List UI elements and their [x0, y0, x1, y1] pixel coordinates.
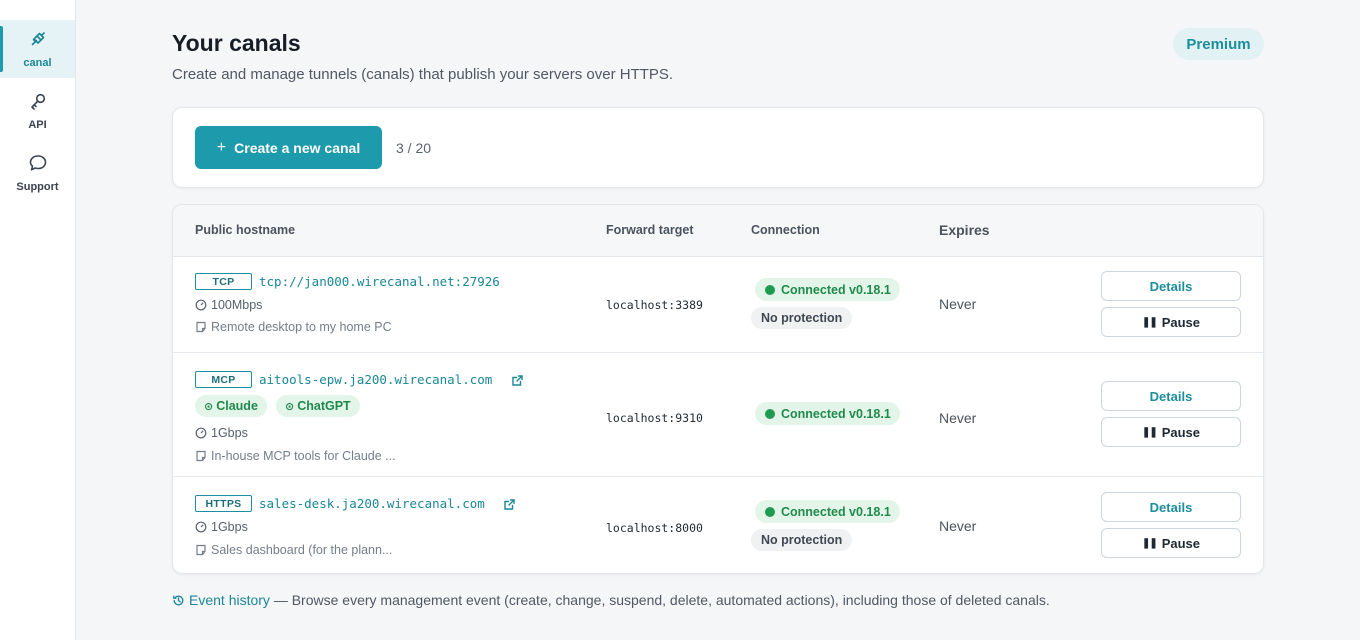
- pause-button[interactable]: ❚❚ Pause: [1101, 528, 1241, 558]
- client-chip-chatgpt: ⊙ ChatGPT: [276, 395, 360, 417]
- table-row: MCP aitools-epw.ja200.wirecanal.com ⊙ Cl…: [173, 353, 1263, 477]
- table-row: TCP tcp://jan000.wirecanal.net:27926 100…: [173, 257, 1263, 353]
- pause-label: Pause: [1161, 424, 1201, 440]
- check-circle-icon: ⊙: [204, 400, 214, 413]
- forward-target: localhost:3389: [606, 298, 703, 312]
- speedometer-icon: [195, 521, 207, 533]
- expires-value: Never: [939, 296, 977, 312]
- connection-status-badge: Connected v0.18.1: [755, 402, 900, 425]
- description-label: In-house MCP tools for Claude ...: [211, 449, 396, 463]
- pause-button[interactable]: ❚❚ Pause: [1101, 307, 1241, 337]
- sidebar-item-label: Support: [16, 181, 59, 193]
- pause-icon: ❚❚: [1141, 537, 1158, 549]
- bandwidth: 1Gbps: [195, 520, 248, 534]
- protection-badge: No protection: [751, 307, 853, 329]
- canal-count: 3 / 20: [396, 140, 432, 156]
- external-link-icon[interactable]: [503, 498, 516, 511]
- bandwidth-label: 100Mbps: [211, 298, 263, 312]
- description-label: Sales dashboard (for the plann...: [211, 543, 393, 557]
- sidebar-item-canal[interactable]: canal: [0, 20, 75, 78]
- event-history-note: Event history — Browse every management …: [172, 592, 1050, 608]
- expires-value: Never: [939, 410, 977, 426]
- protection-badge: No protection: [751, 529, 853, 551]
- forward-target: localhost:9310: [606, 411, 703, 425]
- canals-table: Public hostname Forward target Connectio…: [172, 204, 1264, 574]
- note-icon: [196, 450, 206, 462]
- description: Sales dashboard (for the plann...: [195, 543, 392, 557]
- sidebar-item-support[interactable]: Support: [0, 144, 75, 202]
- pause-icon: ❚❚: [1141, 426, 1158, 438]
- bandwidth-label: 1Gbps: [211, 520, 248, 534]
- history-icon: [173, 595, 184, 605]
- details-button[interactable]: Details: [1101, 492, 1241, 522]
- status-dot-icon: [765, 506, 775, 517]
- event-history-link[interactable]: Event history: [172, 592, 270, 608]
- client-chip-claude: ⊙ Claude: [195, 395, 267, 417]
- description-label: Remote desktop to my home PC: [211, 320, 392, 334]
- hostname-link[interactable]: sales-desk.ja200.wirecanal.com: [259, 496, 485, 511]
- check-circle-icon: ⊙: [285, 400, 295, 413]
- column-header-expires: Expires: [939, 222, 990, 238]
- bandwidth: 100Mbps: [195, 298, 262, 312]
- page-subtitle: Create and manage tunnels (canals) that …: [172, 66, 674, 83]
- create-canal-card: + Create a new canal 3 / 20: [172, 107, 1264, 188]
- sidebar-item-label: canal: [23, 57, 52, 69]
- page-title: Your canals: [172, 30, 301, 56]
- bandwidth: 1Gbps: [195, 426, 248, 440]
- protocol-badge: TCP: [195, 273, 252, 290]
- bandwidth-label: 1Gbps: [211, 426, 248, 440]
- client-label: ChatGPT: [297, 399, 351, 413]
- speedometer-icon: [195, 427, 207, 439]
- table-row: HTTPS sales-desk.ja200.wirecanal.com 1Gb…: [173, 477, 1263, 573]
- forward-target: localhost:8000: [606, 521, 703, 535]
- pause-icon: ❚❚: [1141, 316, 1158, 328]
- table-header: Public hostname Forward target Connectio…: [173, 205, 1263, 257]
- details-button[interactable]: Details: [1101, 271, 1241, 301]
- description: Remote desktop to my home PC: [195, 320, 392, 334]
- column-header-target: Forward target: [606, 223, 694, 237]
- event-history-description: — Browse every management event (create,…: [269, 592, 1050, 608]
- plug-icon: [28, 29, 48, 54]
- hostname-link[interactable]: tcp://jan000.wirecanal.net:27926: [259, 274, 500, 289]
- column-header-hostname: Public hostname: [195, 223, 296, 237]
- note-icon: [196, 544, 206, 556]
- key-icon: [28, 91, 48, 116]
- speedometer-icon: [195, 299, 207, 311]
- sidebar-item-api[interactable]: API: [0, 82, 75, 140]
- connection-status-label: Connected v0.18.1: [781, 406, 891, 421]
- note-icon: [196, 321, 206, 333]
- pause-label: Pause: [1161, 535, 1201, 551]
- plus-icon: +: [216, 138, 227, 156]
- create-canal-label: Create a new canal: [234, 139, 361, 156]
- connection-status-badge: Connected v0.18.1: [755, 500, 900, 523]
- details-button[interactable]: Details: [1101, 381, 1241, 411]
- connection-status-label: Connected v0.18.1: [781, 504, 891, 519]
- event-history-label: Event history: [189, 592, 270, 608]
- create-canal-button[interactable]: + Create a new canal: [195, 126, 382, 169]
- pause-label: Pause: [1161, 314, 1201, 330]
- status-dot-icon: [765, 284, 775, 295]
- protocol-badge: HTTPS: [195, 495, 252, 512]
- connection-status-badge: Connected v0.18.1: [755, 278, 900, 301]
- column-header-connection: Connection: [751, 223, 820, 237]
- plan-badge: Premium: [1173, 28, 1264, 60]
- status-dot-icon: [765, 408, 775, 419]
- description: In-house MCP tools for Claude ...: [195, 449, 396, 463]
- protocol-badge: MCP: [195, 371, 252, 388]
- pause-button[interactable]: ❚❚ Pause: [1101, 417, 1241, 447]
- sidebar-item-label: API: [28, 119, 47, 131]
- client-label: Claude: [216, 399, 258, 413]
- expires-value: Never: [939, 518, 977, 534]
- connection-status-label: Connected v0.18.1: [781, 282, 891, 297]
- external-link-icon[interactable]: [511, 374, 524, 387]
- hostname-link[interactable]: aitools-epw.ja200.wirecanal.com: [259, 372, 492, 387]
- chat-bubble-icon: [28, 153, 48, 178]
- sidebar: canal API Support: [0, 0, 76, 640]
